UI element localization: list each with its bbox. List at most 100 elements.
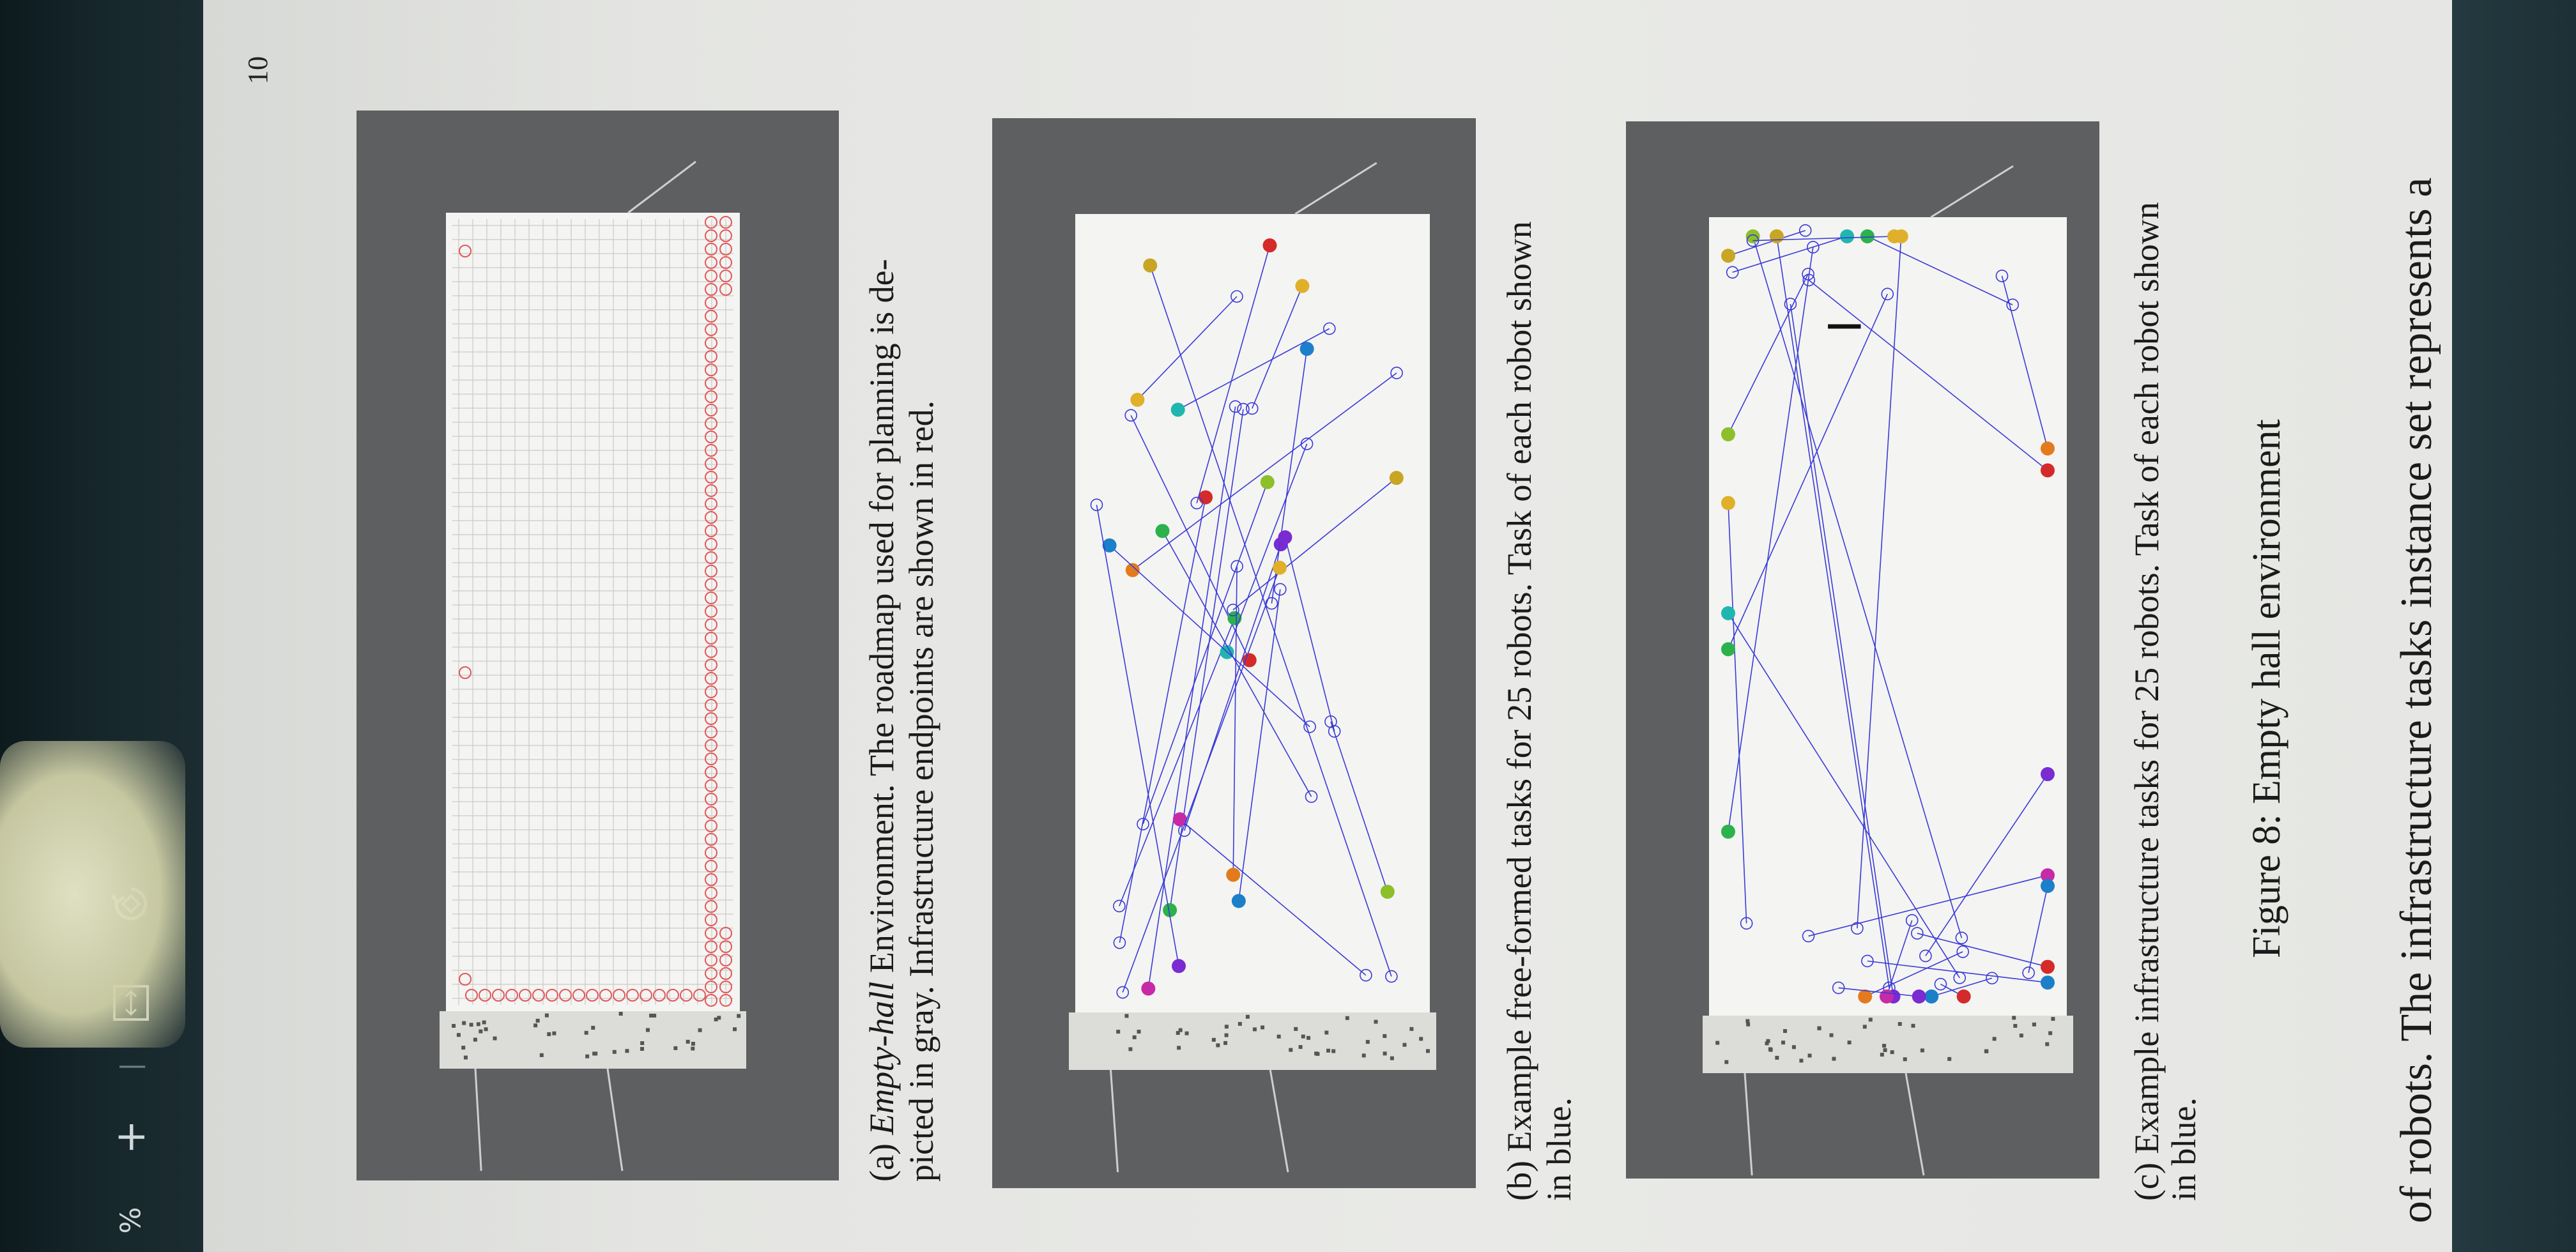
wall-speck [1225,1025,1229,1028]
wall-speck [1993,1037,1997,1041]
wall-speck [640,1047,644,1051]
robot-marker [1171,402,1185,416]
robot-marker [1840,229,1854,243]
wall-speck [2020,1034,2023,1037]
wall-speck [1137,1030,1141,1034]
sensor-ray [1906,1073,1924,1175]
robot-marker [1278,530,1292,544]
wall-speck [585,1031,588,1035]
robot-marker [2041,441,2055,455]
robot-marker [1381,885,1395,899]
wall-speck [1246,1015,1250,1019]
wall-speck [1781,1041,1785,1044]
wall-speck [1366,1040,1370,1044]
robot-marker [1262,238,1276,252]
wall-speck [479,1030,482,1034]
wall-speck [1830,1034,1834,1037]
wall-speck [649,1014,653,1018]
wall-speck [1383,1051,1387,1055]
infrastructure-tasks-figure [1626,121,2099,1179]
wall-speck [625,1049,629,1053]
robot-marker [1295,279,1309,293]
wall-speck [1307,1036,1310,1040]
wall-speck [1402,1043,1406,1047]
wall-speck [482,1021,486,1025]
wall-speck [1768,1047,1772,1051]
wall-speck [545,1014,549,1018]
hall-floor [1075,214,1430,1012]
sensor-ray [608,1069,622,1171]
wall-speck [452,1024,456,1028]
wall-speck [1362,1053,1366,1057]
robot-marker [1924,989,1938,1004]
robot-marker [1172,959,1186,973]
wall-speck [484,1027,488,1031]
wall-speck [1903,1057,1907,1061]
wall-speck [1724,1060,1728,1064]
wall-speck [1984,1050,1988,1053]
wall-speck [1792,1045,1796,1049]
robot-marker [1957,989,1971,1004]
wall-speck [1294,1027,1298,1031]
wall-speck [1253,1027,1257,1031]
hall-wall [440,1011,746,1069]
wall-speck [470,1023,473,1027]
robot-marker [1156,524,1170,538]
figure-panel-b [992,118,1476,1188]
zoom-level[interactable]: % [96,1188,166,1252]
wall-speck [462,1021,466,1025]
wall-speck [737,1014,740,1018]
wall-speck [591,1026,595,1030]
hall-floor [446,213,740,1011]
wall-speck [646,1028,650,1032]
robot-marker [2041,767,2055,781]
wall-speck [477,1022,480,1026]
wall-speck [1326,1049,1330,1053]
wall-speck [552,1032,556,1035]
wall-speck [547,1032,551,1036]
wall-speck [673,1046,677,1050]
wall-speck [493,1037,497,1041]
wall-speck [1765,1041,1769,1045]
robot-marker [1300,342,1314,356]
figure-panel-a [356,111,839,1180]
viewer-toolbar: % + | [0,0,208,1252]
wall-speck [1882,1044,1886,1048]
wall-speck [2012,1016,2016,1019]
robot-marker [1232,894,1246,908]
wall-speck [1783,1029,1787,1033]
robot-marker [1721,496,1735,510]
wall-speck [1299,1045,1303,1049]
wall-speck [1212,1038,1216,1042]
wall-speck [1374,1020,1378,1024]
wall-speck [2048,1031,2052,1035]
wall-speck [592,1051,596,1055]
wall-speck [1223,1041,1227,1045]
wall-speck [1832,1057,1836,1061]
robot-marker [1721,825,1735,839]
wall-speck [1419,1037,1423,1041]
wall-speck [1848,1041,1851,1044]
wall-speck [2013,1024,2017,1028]
hall-wall [1703,1016,2073,1073]
device-bezel-right [2452,0,2576,1252]
wall-speck [1116,1030,1120,1034]
robot-marker [1746,229,1760,243]
wall-speck [536,1019,540,1023]
wall-speck [1817,1027,1821,1030]
document-page: 10 (a) Empty-hall Environment. The roadm… [203,0,2452,1252]
sensor-ray [1270,1070,1288,1172]
wall-speck [1912,1024,1915,1028]
screen-glare [0,741,185,1048]
sensor-ray [1931,166,2013,217]
wall-speck [1177,1046,1181,1050]
wall-speck [1124,1014,1128,1018]
robot-marker [1141,982,1155,996]
wall-speck [1869,1018,1873,1021]
wall-speck [698,1028,702,1032]
robot-marker [1770,229,1784,243]
zoom-in-button[interactable]: + [96,1102,166,1172]
robot-marker [1721,248,1735,263]
wall-speck [686,1040,690,1044]
wall-speck [1920,1048,1924,1052]
